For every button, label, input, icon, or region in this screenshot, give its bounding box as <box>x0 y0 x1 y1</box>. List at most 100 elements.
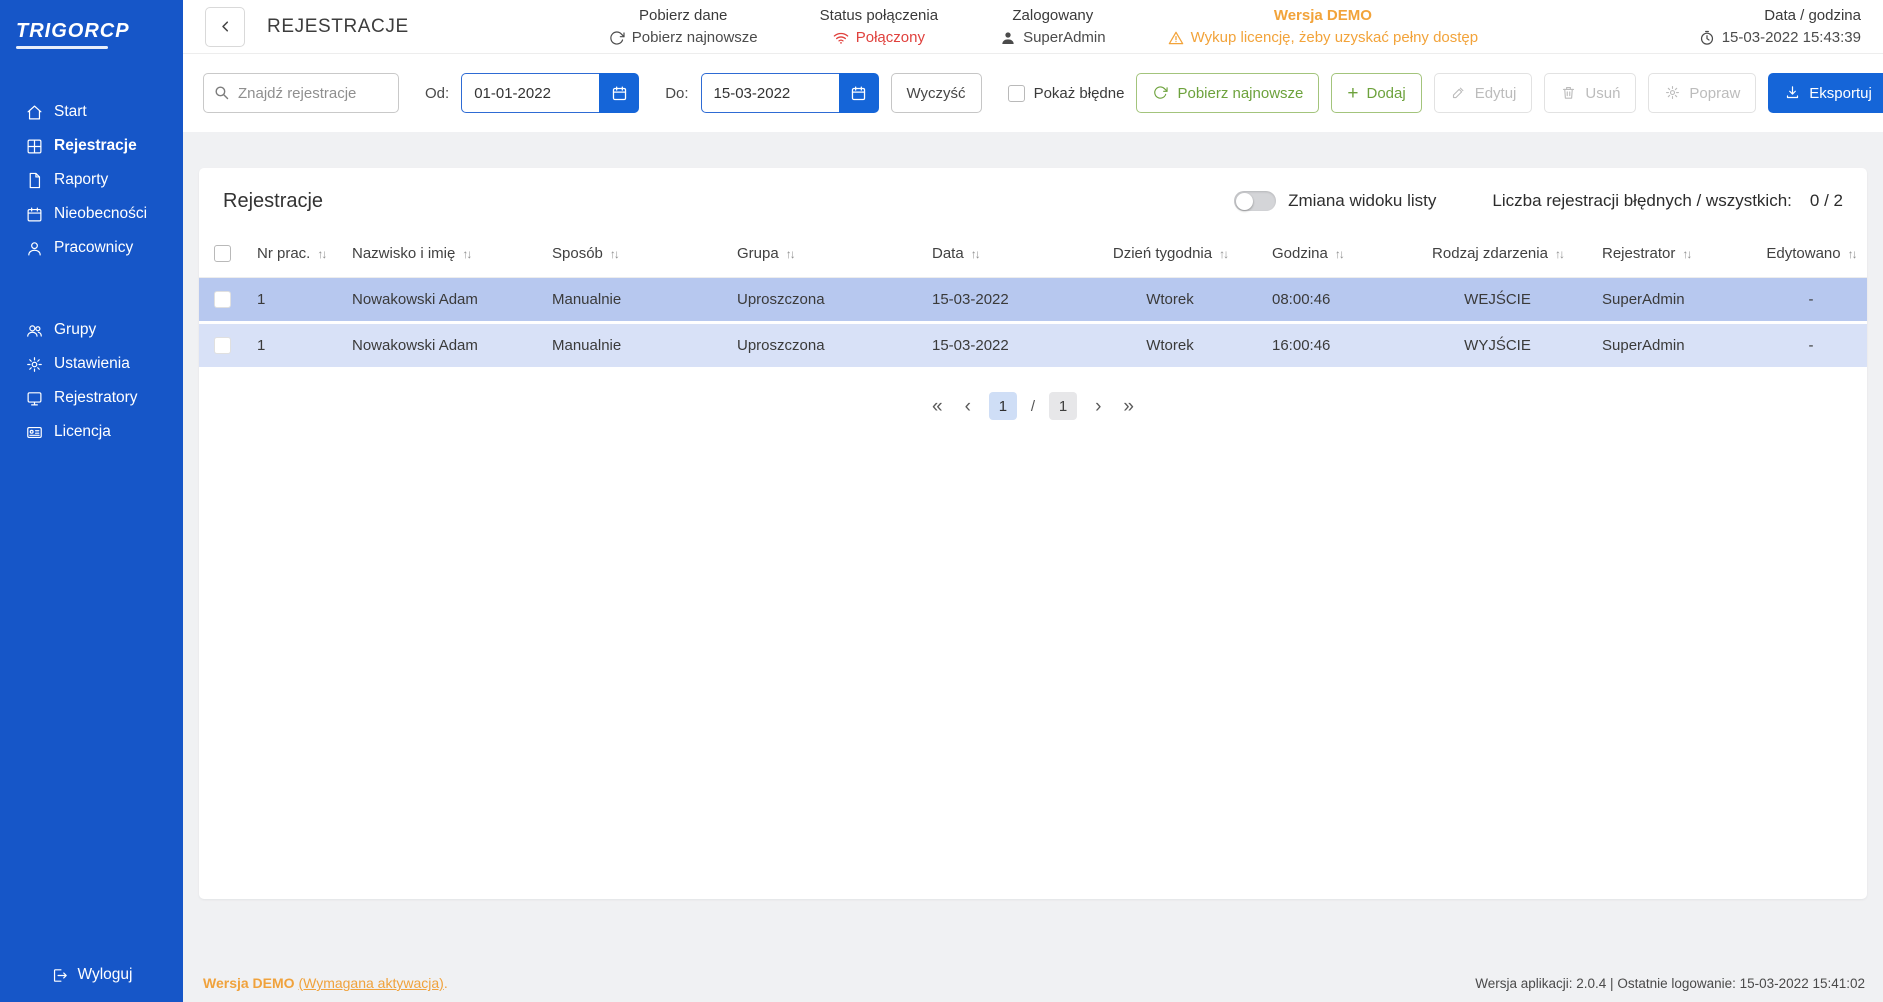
sidebar-item-grupy[interactable]: Grupy <box>0 313 183 347</box>
table-header-row: Nr prac.↑↓ Nazwisko i imię↑↓ Sposób ↑↓ Gr… <box>199 230 1867 278</box>
date-to-calendar-button[interactable] <box>839 73 879 113</box>
select-all-cell <box>199 245 245 262</box>
clear-button-label: Wyczyść <box>907 85 966 102</box>
export-button-label: Eksportuj <box>1809 85 1872 102</box>
add-button-label: Dodaj <box>1366 85 1405 102</box>
fix-button[interactable]: Popraw <box>1648 73 1756 113</box>
cell-nr-prac: 1 <box>245 337 340 354</box>
column-label: Edytowano <box>1766 245 1840 262</box>
column-label: Sposób <box>552 245 603 262</box>
column-header-godzina[interactable]: Godzina↑↓ <box>1260 245 1405 262</box>
plus-icon: + <box>1347 84 1358 103</box>
row-checkbox[interactable] <box>214 337 231 354</box>
delete-button[interactable]: Usuń <box>1544 73 1636 113</box>
sort-icon: ↑↓ <box>786 247 794 261</box>
search-input[interactable] <box>203 73 399 113</box>
sidebar-item-ustawienia[interactable]: Ustawienia <box>0 347 183 381</box>
app-root: TRIGORCP Start Rejestracje Raporty Nieob… <box>0 0 1883 1002</box>
pagination-first-button[interactable]: « <box>928 395 947 418</box>
edit-button[interactable]: Edytuj <box>1434 73 1533 113</box>
sidebar-item-label: Raporty <box>54 171 108 189</box>
sidebar-nav: Start Rejestracje Raporty Nieobecności P… <box>0 95 183 449</box>
logout-button[interactable]: Wyloguj <box>0 952 183 1002</box>
column-header-rejestrator[interactable]: Rejestrator↑↓ <box>1590 245 1755 262</box>
device-icon <box>26 390 43 407</box>
logged-in-group: Zalogowany SuperAdmin <box>1000 7 1106 46</box>
sort-icon: ↑↓ <box>610 247 618 261</box>
pagination-next-button[interactable]: › <box>1091 395 1105 418</box>
table-row[interactable]: 1 Nowakowski Adam Manualnie Uproszczona … <box>199 278 1867 324</box>
chevron-left-icon <box>217 18 234 35</box>
column-label: Dzień tygodnia <box>1113 245 1212 262</box>
refresh-icon <box>1152 85 1169 102</box>
sort-icon: ↑↓ <box>971 247 979 261</box>
footer-activation-link[interactable]: (Wymagana aktywacja) <box>298 975 443 991</box>
row-checkbox[interactable] <box>214 291 231 308</box>
cell-nazwisko: Nowakowski Adam <box>340 291 540 308</box>
cell-dzien-tygodnia: Wtorek <box>1080 337 1260 354</box>
cell-sposob: Manualnie <box>540 291 725 308</box>
sidebar-item-nieobecnosci[interactable]: Nieobecności <box>0 197 183 231</box>
pagination-last-button[interactable]: » <box>1119 395 1138 418</box>
cell-edytowano: - <box>1755 291 1867 308</box>
column-header-edytowano[interactable]: Edytowano ↑↓ <box>1755 245 1867 262</box>
list-view-toggle[interactable] <box>1234 191 1276 211</box>
date-to-input[interactable] <box>701 73 839 113</box>
back-button[interactable] <box>205 7 245 47</box>
table-row[interactable]: 1 Nowakowski Adam Manualnie Uproszczona … <box>199 324 1867 370</box>
select-all-checkbox[interactable] <box>214 245 231 262</box>
column-header-sposob[interactable]: Sposób ↑↓ <box>540 245 725 262</box>
sidebar-item-rejestracje[interactable]: Rejestracje <box>0 129 183 163</box>
pagination-current-page[interactable]: 1 <box>989 392 1017 420</box>
cell-dzien-tygodnia: Wtorek <box>1080 291 1260 308</box>
clock-icon <box>1699 30 1715 46</box>
sort-icon: ↑↓ <box>1848 247 1856 261</box>
date-from-field <box>461 73 639 113</box>
calendar-icon <box>850 85 867 102</box>
sidebar-item-pracownicy[interactable]: Pracownicy <box>0 231 183 265</box>
footer: Wersja DEMO (Wymagana aktywacja). Wersja… <box>183 975 1883 1002</box>
error-counter-label: Liczba rejestracji błędnych / wszystkich… <box>1492 191 1792 211</box>
sidebar-item-start[interactable]: Start <box>0 95 183 129</box>
datetime-label: Data / godzina <box>1764 7 1861 24</box>
pagination-prev-button[interactable]: ‹ <box>961 395 975 418</box>
column-header-grupa[interactable]: Grupa↑↓ <box>725 245 920 262</box>
add-button[interactable]: + Dodaj <box>1331 73 1421 113</box>
logout-label: Wyloguj <box>78 966 133 984</box>
row-select-cell <box>199 337 245 354</box>
sidebar-item-label: Ustawienia <box>54 355 130 373</box>
clear-button[interactable]: Wyczyść <box>891 73 982 113</box>
column-header-dzien-tygodnia[interactable]: Dzień tygodnia↑↓ <box>1080 245 1260 262</box>
show-errors-checkbox[interactable] <box>1008 85 1025 102</box>
fetch-latest-button[interactable]: Pobierz najnowsze <box>1136 73 1319 113</box>
sidebar-item-licencja[interactable]: Licencja <box>0 415 183 449</box>
toolbar: Od: Do: Wyczyść Pokaż błędne <box>183 54 1883 132</box>
row-select-cell <box>199 291 245 308</box>
cell-godzina: 16:00:46 <box>1260 337 1405 354</box>
export-button[interactable]: Eksportuj <box>1768 73 1883 113</box>
column-label: Godzina <box>1272 245 1328 262</box>
footer-demo-label: Wersja DEMO <box>203 975 295 991</box>
column-header-nazwisko[interactable]: Nazwisko i imię↑↓ <box>340 245 540 262</box>
home-icon <box>26 104 43 121</box>
sidebar-item-raporty[interactable]: Raporty <box>0 163 183 197</box>
sort-icon: ↑↓ <box>317 247 325 261</box>
sidebar-item-label: Pracownicy <box>54 239 133 257</box>
column-label: Data <box>932 245 964 262</box>
date-from-calendar-button[interactable] <box>599 73 639 113</box>
error-counter: Liczba rejestracji błędnych / wszystkich… <box>1492 191 1843 211</box>
download-status-group[interactable]: Pobierz dane Pobierz najnowsze <box>609 7 758 46</box>
demo-version-group[interactable]: Wersja DEMO Wykup licencję, żeby uzyskać… <box>1168 7 1479 46</box>
trash-icon <box>1560 85 1577 102</box>
cell-godzina: 08:00:46 <box>1260 291 1405 308</box>
column-header-rodzaj-zdarzenia[interactable]: Rodzaj zdarzenia↑↓ <box>1405 245 1590 262</box>
page-title: REJESTRACJE <box>267 16 409 38</box>
date-from-input[interactable] <box>461 73 599 113</box>
demo-version-value: Wykup licencję, żeby uzyskać pełny dostę… <box>1191 29 1479 46</box>
sidebar-item-rejestratory[interactable]: Rejestratory <box>0 381 183 415</box>
column-header-data[interactable]: Data ↑↓ <box>920 245 1080 262</box>
sidebar-item-label: Rejestratory <box>54 389 138 407</box>
column-header-nr-prac[interactable]: Nr prac.↑↓ <box>245 245 340 262</box>
cell-nazwisko: Nowakowski Adam <box>340 337 540 354</box>
cell-grupa: Uproszczona <box>725 291 920 308</box>
